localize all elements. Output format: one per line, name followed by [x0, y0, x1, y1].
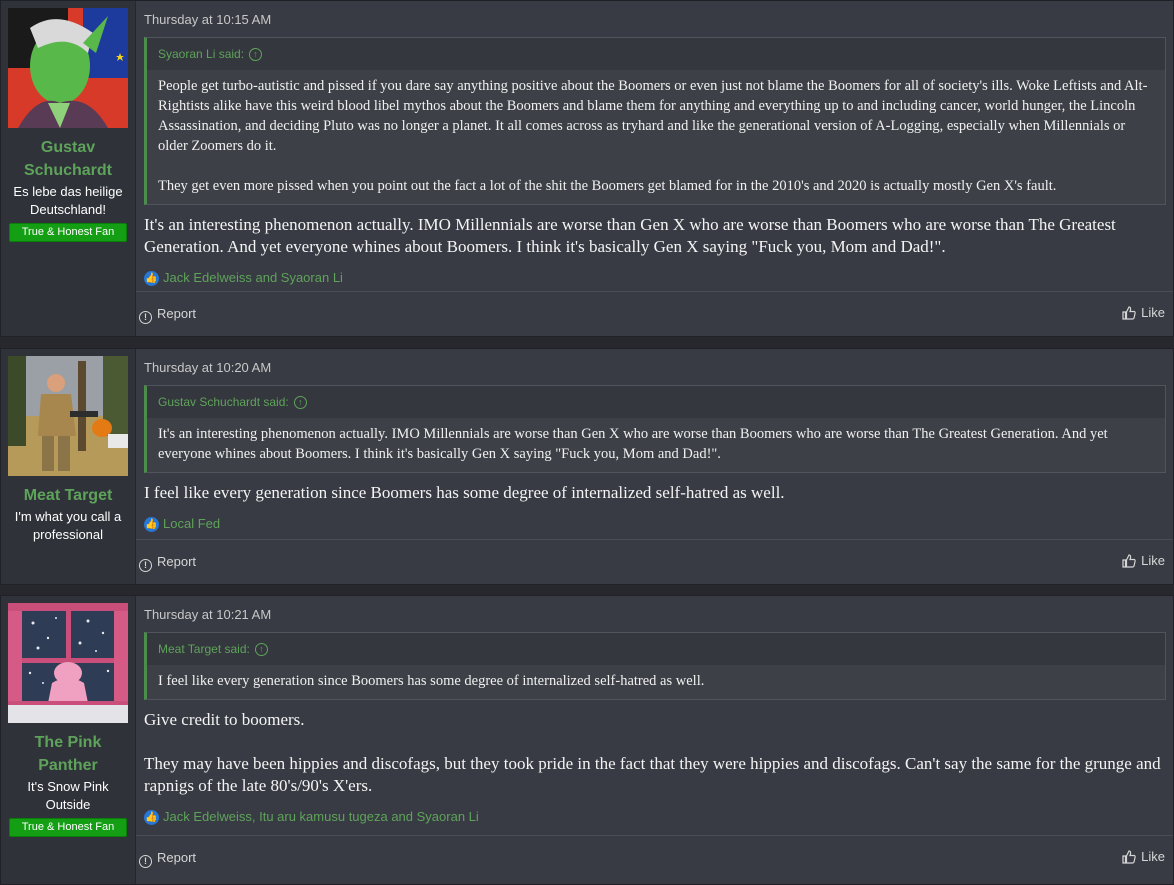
- post-date[interactable]: Thursday at 10:21 AM: [144, 606, 1173, 624]
- like-button[interactable]: Like: [1122, 305, 1165, 320]
- user-title: It's Snow Pink Outside: [27, 779, 109, 812]
- arrow-up-icon[interactable]: ↑: [254, 643, 268, 657]
- report-button[interactable]: ! Report: [139, 306, 196, 324]
- message-paragraph: It's an interesting phenomenon actually.…: [144, 215, 1116, 256]
- like-label: Like: [1141, 553, 1165, 568]
- user-badge: True & Honest Fan: [9, 818, 127, 837]
- quote-block: Meat Target said: ↑ I feel like every gen…: [144, 632, 1166, 700]
- like-button[interactable]: Like: [1122, 553, 1165, 568]
- report-label: Report: [157, 306, 197, 321]
- user-panel: Gustav Schuchardt Es lebe das heilige De…: [1, 1, 136, 336]
- username[interactable]: Gustav Schuchardt: [1, 136, 135, 182]
- quote-author[interactable]: Syaoran Li said:: [158, 47, 244, 61]
- like-button[interactable]: Like: [1122, 849, 1165, 864]
- post-message: Give credit to boomers. They may have be…: [144, 709, 1173, 797]
- user-title: I'm what you call a professional: [14, 509, 122, 542]
- quote-block: Syaoran Li said: ↑ People get turbo-autis…: [144, 37, 1166, 205]
- reactions-bar[interactable]: 👍 Jack Edelweiss, Itu aru kamusu tugeza a…: [144, 807, 1173, 827]
- post-message: It's an interesting phenomenon actually.…: [144, 214, 1173, 258]
- post-date[interactable]: Thursday at 10:15 AM: [144, 11, 1173, 29]
- message-paragraph: Give credit to boomers.: [144, 710, 305, 729]
- like-reaction-icon: 👍: [144, 271, 159, 287]
- quote-paragraph: It's an interesting phenomenon actually.…: [158, 426, 1108, 462]
- message-paragraph: They may have been hippies and discofags…: [144, 754, 1161, 795]
- quote-body: People get turbo-autistic and pissed if …: [147, 70, 1165, 204]
- post-date[interactable]: Thursday at 10:20 AM: [144, 359, 1173, 377]
- username[interactable]: Meat Target: [1, 484, 135, 507]
- thumbs-up-icon: [1122, 306, 1136, 320]
- like-reaction-icon: 👍: [144, 517, 159, 533]
- quote-paragraph: People get turbo-autistic and pissed if …: [158, 78, 1148, 154]
- post-main: Thursday at 10:15 AM Syaoran Li said: ↑ P…: [136, 1, 1173, 336]
- like-label: Like: [1141, 305, 1165, 320]
- arrow-up-icon[interactable]: ↑: [249, 48, 263, 62]
- post: The Pink Panther It's Snow Pink Outside …: [0, 595, 1174, 885]
- alert-icon: !: [139, 311, 152, 324]
- alert-icon: !: [139, 559, 152, 572]
- post-main: Thursday at 10:20 AM Gustav Schuchardt s…: [136, 349, 1173, 584]
- quote-header[interactable]: Gustav Schuchardt said: ↑: [147, 386, 1165, 418]
- avatar[interactable]: [8, 8, 128, 128]
- like-label: Like: [1141, 849, 1165, 864]
- quote-author[interactable]: Meat Target said:: [158, 642, 250, 656]
- avatar[interactable]: [8, 356, 128, 476]
- report-label: Report: [157, 554, 197, 569]
- username[interactable]: The Pink Panther: [1, 731, 135, 777]
- thumbs-up-icon: [1122, 850, 1136, 864]
- quote-paragraph: They get even more pissed when you point…: [158, 178, 1057, 194]
- reaction-users[interactable]: Jack Edelweiss, Itu aru kamusu tugeza an…: [163, 809, 479, 824]
- report-button[interactable]: ! Report: [139, 554, 196, 572]
- like-reaction-icon: 👍: [144, 810, 159, 826]
- report-button[interactable]: ! Report: [139, 850, 196, 868]
- arrow-up-icon[interactable]: ↑: [293, 396, 307, 410]
- post-footer: ! Report Like: [136, 291, 1173, 336]
- post: Meat Target I'm what you call a professi…: [0, 348, 1174, 585]
- reactions-bar[interactable]: 👍 Local Fed: [144, 514, 1173, 534]
- post-footer: ! Report Like: [136, 835, 1173, 880]
- quote-body: It's an interesting phenomenon actually.…: [147, 418, 1165, 472]
- user-panel: The Pink Panther It's Snow Pink Outside …: [1, 596, 136, 884]
- quote-author[interactable]: Gustav Schuchardt said:: [158, 395, 289, 409]
- reaction-users[interactable]: Jack Edelweiss and Syaoran Li: [163, 270, 343, 285]
- alert-icon: !: [139, 855, 152, 868]
- reaction-users[interactable]: Local Fed: [163, 516, 220, 531]
- user-panel: Meat Target I'm what you call a professi…: [1, 349, 136, 584]
- quote-header[interactable]: Meat Target said: ↑: [147, 633, 1165, 665]
- message-paragraph: I feel like every generation since Boome…: [144, 483, 785, 502]
- quote-header[interactable]: Syaoran Li said: ↑: [147, 38, 1165, 70]
- quote-body: I feel like every generation since Boome…: [147, 665, 1165, 699]
- post-message: I feel like every generation since Boome…: [144, 482, 1173, 504]
- quote-block: Gustav Schuchardt said: ↑ It's an interes…: [144, 385, 1166, 473]
- report-label: Report: [157, 850, 197, 865]
- user-title: Es lebe das heilige Deutschland!: [13, 184, 123, 217]
- post: Gustav Schuchardt Es lebe das heilige De…: [0, 0, 1174, 337]
- reactions-bar[interactable]: 👍 Jack Edelweiss and Syaoran Li: [144, 268, 1173, 288]
- quote-paragraph: I feel like every generation since Boome…: [158, 673, 705, 689]
- post-footer: ! Report Like: [136, 539, 1173, 584]
- avatar[interactable]: [8, 603, 128, 723]
- post-main: Thursday at 10:21 AM Meat Target said: ↑ …: [136, 596, 1173, 884]
- thumbs-up-icon: [1122, 554, 1136, 568]
- user-badge: True & Honest Fan: [9, 223, 127, 242]
